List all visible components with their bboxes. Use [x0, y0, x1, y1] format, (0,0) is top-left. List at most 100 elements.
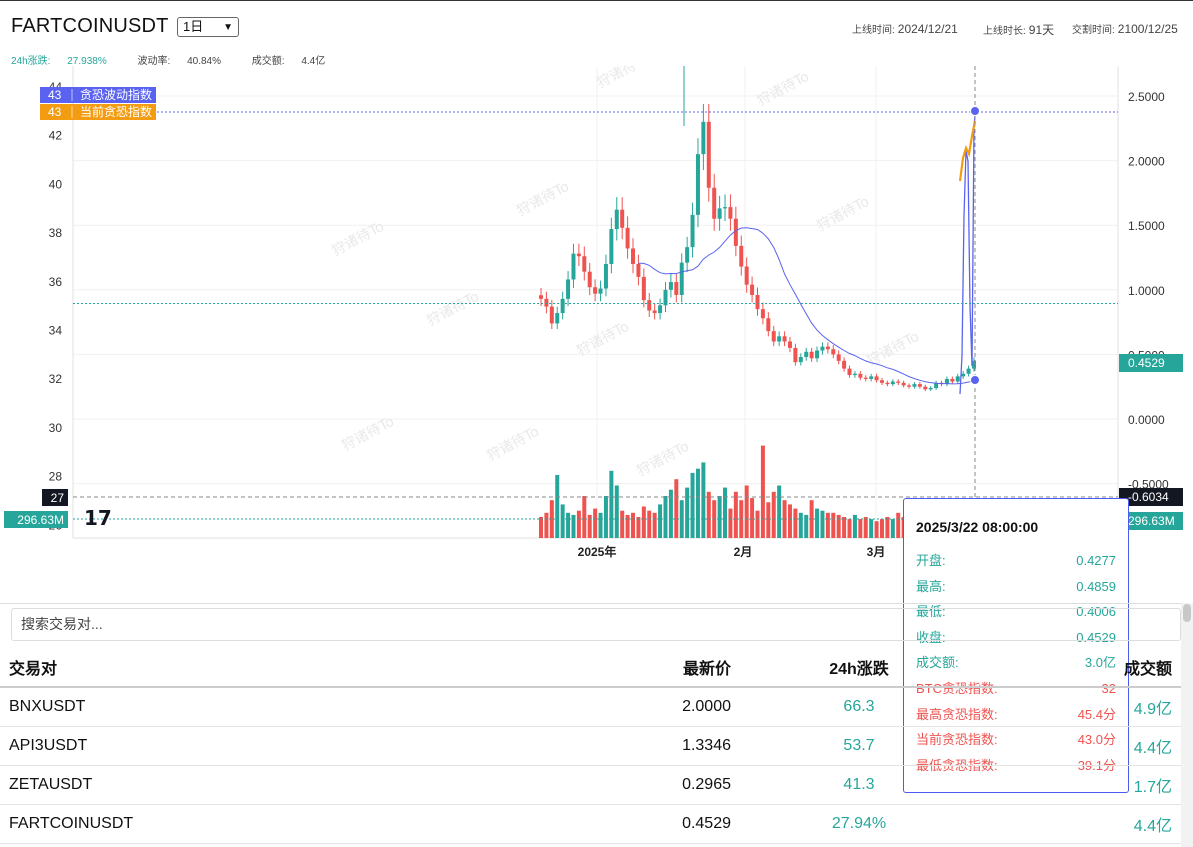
tooltip-value: 0.4859 — [1076, 578, 1116, 594]
col-price[interactable]: 最新价 — [318, 648, 740, 688]
candle-body — [663, 289, 668, 306]
cell-pair: ZETAUSDT — [0, 765, 318, 805]
candle-body — [587, 271, 592, 288]
watermark-text: 狩诸待To — [514, 179, 572, 220]
right-axis-marker-label: 0.4529 — [1128, 356, 1165, 370]
volume-bar — [620, 510, 625, 538]
candle-body — [636, 263, 641, 277]
candle-body — [701, 121, 706, 155]
legend-value: 43 — [48, 105, 62, 119]
col-pair[interactable]: 交易对 — [0, 648, 318, 688]
right-axis-marker-label: 296.63M — [1128, 514, 1175, 528]
x-axis-tick: 3月 — [867, 545, 886, 559]
candle-body — [847, 368, 852, 376]
candle-body — [571, 253, 576, 280]
volume-bar — [896, 512, 901, 538]
search-input[interactable]: 搜索交易对... — [11, 608, 1181, 641]
candle-body — [647, 300, 652, 311]
left-axis-tick: 32 — [49, 372, 63, 386]
candle-body — [614, 209, 619, 230]
volume-bar — [750, 498, 755, 538]
candle-body — [896, 381, 901, 383]
volume-bar — [539, 517, 543, 538]
volume-bar — [733, 491, 738, 538]
candle-body — [760, 309, 765, 319]
candle-body — [555, 313, 560, 324]
cell-change: 41.3 — [740, 765, 978, 805]
cell-price: 1.3346 — [318, 726, 740, 766]
table-row[interactable]: ZETAUSDT 0.2965 41.3 1.7亿 — [0, 765, 1181, 805]
cell-volume: 4.9亿 — [978, 687, 1181, 727]
table-row[interactable]: API3USDT 1.3346 53.7 4.4亿 — [0, 726, 1181, 766]
scrollbar-thumb[interactable] — [1183, 604, 1191, 622]
candle-body — [928, 387, 933, 390]
cell-price: 0.2965 — [318, 765, 740, 805]
cell-price: 0.4529 — [318, 804, 740, 844]
cell-change: 66.3 — [740, 687, 978, 727]
candle-body — [679, 262, 684, 295]
candle-body — [825, 346, 830, 350]
x-axis-tick: 2月 — [734, 545, 753, 559]
volume-bar — [874, 521, 879, 538]
watermark-text: 狩诸待To — [574, 319, 632, 360]
volume-bar — [609, 470, 614, 538]
watermark-text: 狩诸待To — [814, 194, 872, 235]
volume-bar — [836, 514, 841, 538]
volume-bar — [603, 496, 608, 538]
candle-body — [766, 318, 771, 332]
tooltip-label: 开盘: — [916, 553, 946, 568]
volume-bar — [641, 506, 646, 538]
tooltip-title: 2025/3/22 08:00:00 — [916, 519, 1039, 535]
volume-bar — [777, 485, 782, 538]
left-axis-tick: 28 — [49, 470, 63, 484]
left-axis-tick: 38 — [49, 226, 63, 240]
volume-bar — [842, 517, 847, 538]
volume-bar — [717, 496, 722, 538]
candle-body — [539, 295, 543, 299]
candle-body — [582, 256, 587, 272]
volume-bar — [831, 512, 836, 538]
candle-body — [815, 350, 820, 359]
candle-body — [869, 376, 874, 379]
cell-pair: BNXUSDT — [0, 687, 318, 727]
left-axis-tick: 42 — [49, 129, 63, 143]
candle-body — [544, 298, 549, 307]
candle-body — [950, 378, 955, 382]
fear-greed-current-line — [958, 120, 977, 182]
candle-body — [842, 360, 847, 369]
header-bar: FARTCOINUSDT 1日 ▼ 上线时间: 2024/12/21 上线时长: 9… — [0, 0, 1193, 67]
pairs-table: 交易对 最新价 24h涨跌 成交额 BNXUSDT 2.0000 66.3 4.9亿 A… — [0, 648, 1181, 844]
volume-bar — [771, 491, 776, 538]
table-row[interactable]: BNXUSDT 2.0000 66.3 4.9亿 — [0, 687, 1181, 727]
interval-select[interactable]: 1日 ▼ — [177, 17, 239, 37]
volume-bar — [728, 508, 733, 538]
candle-body — [728, 207, 733, 219]
candle-body — [961, 373, 966, 377]
cell-volume: 4.4亿 — [978, 726, 1181, 766]
candle-body — [901, 382, 906, 386]
divider — [0, 603, 1193, 604]
volume-bar — [625, 514, 630, 538]
candle-body — [809, 351, 814, 359]
candle-body — [787, 341, 792, 348]
volume-bar — [652, 512, 657, 538]
table-row[interactable]: FARTCOINUSDT 0.4529 27.94% 4.4亿 — [0, 804, 1181, 844]
volume-bar — [560, 504, 565, 538]
scrollbar[interactable] — [1181, 603, 1193, 847]
volume-bar — [755, 510, 760, 538]
candle-body — [566, 279, 571, 299]
candle-body — [852, 373, 857, 376]
watermark-text: 狩诸待To — [754, 69, 812, 110]
candle-body — [923, 386, 928, 390]
candle-body — [744, 266, 749, 285]
candle-body — [598, 288, 603, 294]
candle-body — [723, 207, 728, 209]
volume-bar — [890, 519, 895, 538]
col-volume[interactable]: 成交额 — [978, 648, 1181, 688]
col-change[interactable]: 24h涨跌 — [740, 648, 978, 688]
fear-greed-volatility-line — [959, 105, 977, 395]
volume-bar — [820, 510, 825, 538]
volume-bar — [804, 514, 809, 538]
candle-body — [885, 382, 890, 385]
volume-bar — [787, 504, 792, 538]
